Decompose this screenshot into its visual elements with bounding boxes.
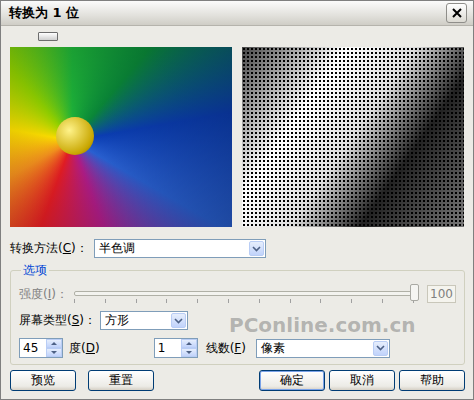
dialog-button[interactable]: 确定 [259, 370, 325, 391]
title-bar: 转换为 1 位 [1, 1, 473, 26]
close-button[interactable] [446, 3, 467, 23]
method-dropdown[interactable]: 半色调 [94, 239, 266, 258]
dialog-button[interactable]: 预览 [10, 370, 76, 391]
spin-up-icon[interactable] [181, 339, 197, 348]
lines-unit-dropdown[interactable]: 像素 [256, 339, 390, 358]
preview-toggle-icon[interactable] [38, 32, 58, 41]
watermark: PConline.com.cn [229, 313, 416, 337]
slider-thumb [410, 284, 419, 301]
screen-type-dropdown[interactable]: 方形 [100, 311, 188, 330]
spin-down-icon[interactable] [181, 348, 197, 357]
angle-unit: 度(D) [69, 340, 100, 357]
original-preview [10, 47, 232, 227]
result-preview [242, 47, 464, 227]
options-group: 选项强度(I)： 100 屏幕类型(S)：方形 45 度(D) 1 线数(F) 像素 [10, 262, 465, 365]
options-legend: 选项 [21, 262, 49, 279]
angle-spinner[interactable]: 45 [19, 338, 63, 358]
dropdown-arrow-icon [171, 313, 186, 328]
intensity-label: 强度(I)： [19, 286, 68, 303]
close-icon [452, 8, 462, 18]
intensity-slider [74, 284, 419, 304]
convert-dialog: 转换为 1 位转换方法(C)： 半色调选项强度(I)： 100 屏幕类型(S)：方形 4… [0, 0, 474, 400]
dialog-button[interactable]: 重置 [88, 370, 154, 391]
spin-up-icon[interactable] [46, 339, 62, 348]
lines-label: 线数(F) [206, 340, 246, 357]
dropdown-arrow-icon [373, 341, 388, 356]
pinwheel-hub [56, 117, 94, 155]
window-title: 转换为 1 位 [9, 4, 79, 22]
spin-down-icon[interactable] [46, 348, 62, 357]
intensity-value: 100 [427, 285, 456, 303]
method-label: 转换方法(C)： [10, 240, 88, 257]
screen-type-label: 屏幕类型(S)： [19, 312, 96, 329]
dialog-button[interactable]: 取消 [329, 370, 395, 391]
dialog-button[interactable]: 帮助 [399, 370, 465, 391]
dropdown-arrow-icon [249, 241, 264, 256]
lines-spinner[interactable]: 1 [154, 338, 198, 358]
